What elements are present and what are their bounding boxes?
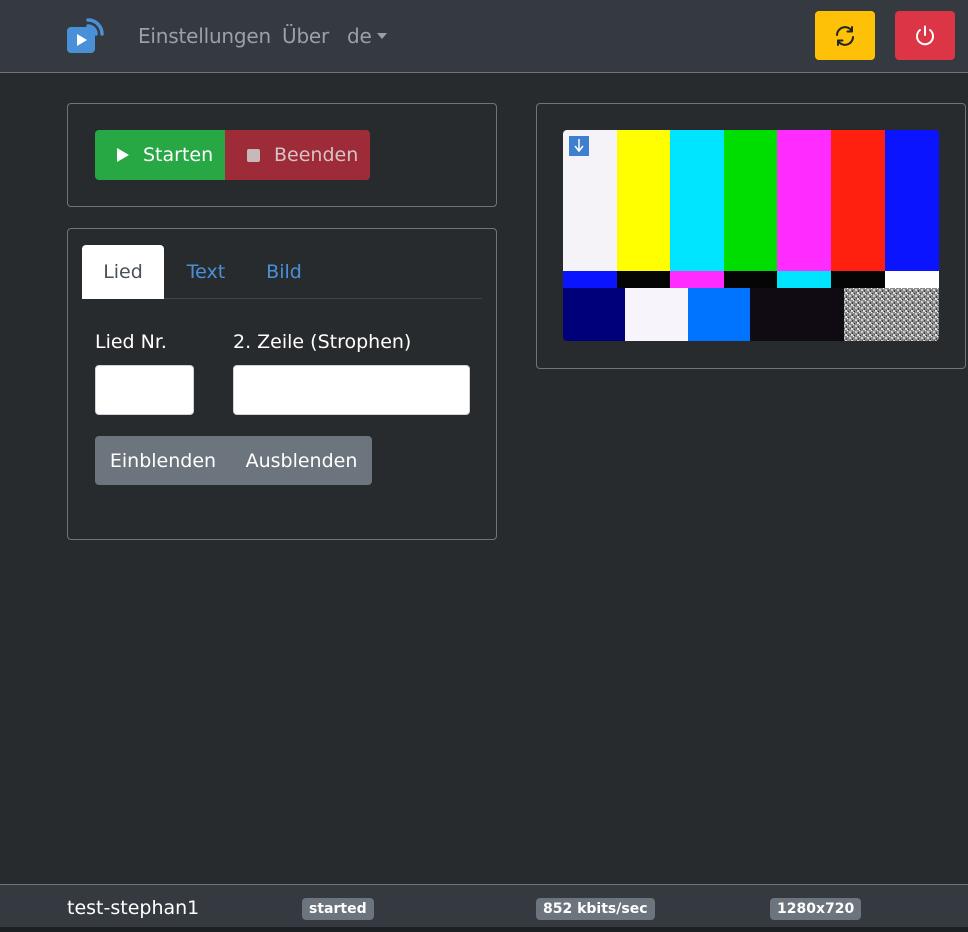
overlay-card: Lied Text Bild Lied Nr. 2. Zeile (Stroph…: [67, 228, 497, 540]
stop-button-label: Beenden: [274, 144, 359, 166]
second-line-label: 2. Zeile (Strophen): [233, 331, 412, 353]
resolution-badge: 1280x720: [770, 898, 862, 920]
status-footer: test-stephan1 started 852 kbits/sec 1280…: [0, 884, 968, 927]
stop-icon: [247, 148, 260, 162]
sync-icon: [836, 25, 854, 46]
control-button-group: Starten Beenden: [95, 130, 370, 180]
preview-card: [536, 103, 966, 369]
footer-edge: [0, 927, 968, 932]
navbar: Einstellungen Über de: [0, 0, 968, 73]
status-badge: started: [302, 898, 374, 920]
tab-bar: Lied Text Bild: [82, 245, 482, 299]
stop-button[interactable]: Beenden: [225, 130, 370, 180]
nav-settings-link[interactable]: Einstellungen: [138, 24, 271, 48]
language-dropdown[interactable]: de: [347, 24, 387, 48]
caret-down-icon: [376, 33, 387, 39]
play-icon: [117, 148, 129, 162]
hostname: test-stephan1: [67, 897, 200, 919]
tab-bild[interactable]: Bild: [264, 245, 304, 299]
song-number-input[interactable]: [95, 365, 194, 415]
start-button-label: Starten: [143, 144, 214, 166]
overlay-button-group: Einblenden Ausblenden: [95, 436, 372, 485]
power-button[interactable]: [895, 11, 955, 60]
control-card: Starten Beenden: [67, 103, 497, 207]
bitrate-badge: 852 kbits/sec: [536, 898, 655, 920]
app-logo-icon[interactable]: [66, 16, 110, 56]
tab-lied[interactable]: Lied: [82, 245, 164, 299]
start-button[interactable]: Starten: [95, 130, 225, 180]
second-line-input[interactable]: [233, 365, 470, 415]
power-icon: [916, 25, 934, 45]
nav-about-link[interactable]: Über: [282, 24, 329, 48]
song-number-label: Lied Nr.: [95, 331, 167, 353]
show-button[interactable]: Einblenden: [95, 436, 231, 485]
hide-button[interactable]: Ausblenden: [231, 436, 372, 485]
tab-text[interactable]: Text: [182, 245, 230, 299]
video-preview: [563, 130, 939, 341]
reload-button[interactable]: [815, 11, 875, 60]
language-label: de: [347, 24, 372, 48]
